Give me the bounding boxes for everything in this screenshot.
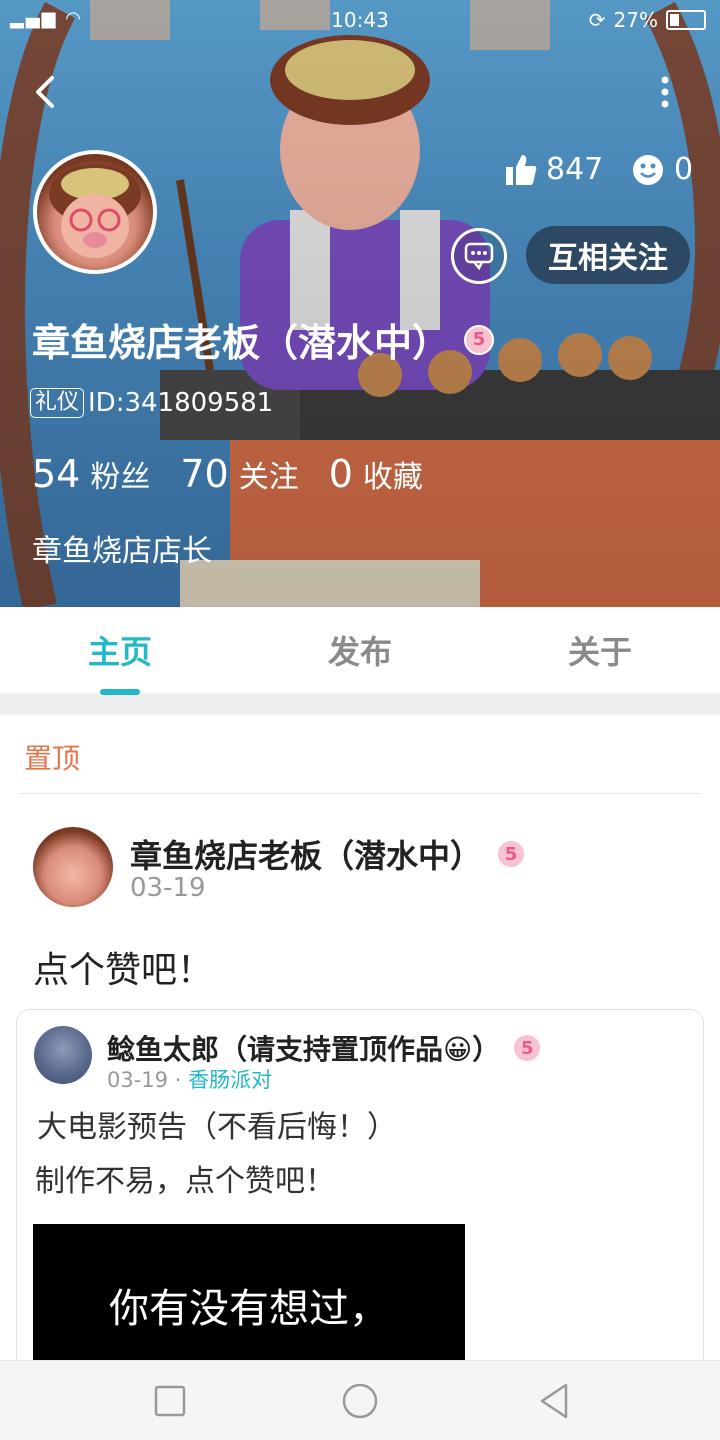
following-label[interactable]: 关注 [239, 452, 299, 496]
more-options-button[interactable] [650, 72, 680, 112]
post-date: 03-19 [130, 873, 206, 903]
favorites-count[interactable]: 0 [329, 452, 353, 496]
mutual-follow-button[interactable]: 互相关注 [526, 226, 690, 284]
repost-meta: 03-19 · 香肠派对 [107, 1064, 272, 1094]
more-vertical-icon [661, 76, 669, 108]
video-caption: 你有没有想过， [109, 1286, 389, 1332]
profile-tabs: 主页 发布 关于 [0, 607, 720, 695]
back-button[interactable] [26, 70, 66, 114]
profile-header: ▂▄▆ ◠ 10:43 ⟳ 27% 847 0 互相关注 章鱼烧店老板（潜水中）… [0, 0, 720, 607]
chat-bubble-icon [464, 242, 494, 270]
smiley-icon [633, 154, 663, 185]
favorites-label[interactable]: 收藏 [363, 452, 423, 496]
level-badge: 5 [496, 839, 527, 869]
post-author-name[interactable]: 章鱼烧店老板（潜水中） 5 [130, 831, 527, 877]
fans-count[interactable]: 54 [32, 452, 80, 496]
profile-avatar[interactable] [33, 150, 157, 274]
header-shade [0, 0, 720, 607]
tab-posts[interactable]: 发布 [240, 607, 480, 693]
repost-title: 大电影预告（不看后悔！） [37, 1110, 397, 1145]
system-nav-bar [0, 1360, 720, 1440]
message-button[interactable] [451, 228, 507, 284]
status-bar: ▂▄▆ ◠ 10:43 ⟳ 27% [0, 0, 720, 40]
repost-topic[interactable]: 香肠派对 [188, 1068, 272, 1092]
profile-username: 章鱼烧店老板（潜水中） 5 [32, 312, 495, 367]
avatar-character-image [49, 164, 141, 258]
profile-bio: 章鱼烧店店长 [32, 534, 212, 569]
recent-apps-button[interactable] [150, 1381, 190, 1421]
repost-body: 制作不易，点个赞吧！ [35, 1164, 335, 1199]
post-author-avatar[interactable] [33, 827, 113, 907]
reposted-card[interactable]: 鲶鱼太郎（请支持置顶作品😀） 5 03-19 · 香肠派对 大电影预告（不看后悔… [16, 1009, 704, 1365]
repost-author-text: 鲶鱼太郎（请支持置顶作品😀） [107, 1033, 501, 1066]
battery-level-fill [670, 14, 679, 26]
pinned-label: 置顶 [24, 742, 81, 775]
tab-about[interactable]: 关于 [480, 607, 720, 693]
triangle-back-icon [540, 1383, 568, 1419]
fans-label[interactable]: 粉丝 [90, 452, 150, 496]
id-row: 礼仪 ID:341809581 [30, 388, 273, 418]
battery-group: ⟳ 27% [589, 8, 706, 32]
post-text: 点个赞吧！ [33, 950, 214, 991]
level-badge: 5 [464, 324, 495, 355]
home-button[interactable] [340, 1381, 380, 1421]
square-icon [154, 1385, 186, 1417]
battery-icon [666, 10, 706, 30]
lock-rotation-icon: ⟳ [588, 8, 606, 32]
following-count[interactable]: 70 [180, 452, 228, 496]
profile-page: ▂▄▆ ◠ 10:43 ⟳ 27% 847 0 互相关注 章鱼烧店老板（潜水中）… [0, 0, 720, 1440]
repost-date: 03-19 [107, 1068, 169, 1092]
battery-percent: 27% [613, 8, 658, 32]
divider [20, 793, 700, 794]
etiquette-tag: 礼仪 [30, 388, 85, 418]
meta-separator: · [174, 1068, 182, 1092]
username-text: 章鱼烧店老板（潜水中） [32, 321, 451, 365]
circle-icon [342, 1383, 378, 1419]
thumbs-up-icon [506, 154, 537, 185]
likes-count: 847 [546, 152, 604, 187]
likes-counter[interactable]: 847 [504, 152, 603, 187]
repost-author-name[interactable]: 鲶鱼太郎（请支持置顶作品😀） 5 [107, 1028, 543, 1068]
home-feed: 置顶 章鱼烧店老板（潜水中） 5 03-19 点个赞吧！ 鲶鱼太郎（请支持置顶作… [0, 715, 720, 1365]
smiles-counter[interactable]: 0 [632, 152, 693, 187]
level-badge: 5 [512, 1033, 543, 1063]
user-id: ID:341809581 [88, 388, 274, 418]
profile-stats: 54 粉丝 70 关注 0 收藏 [32, 452, 453, 496]
tab-home[interactable]: 主页 [0, 607, 240, 695]
back-nav-button[interactable] [534, 1381, 574, 1421]
repost-author-avatar[interactable] [34, 1026, 92, 1084]
video-thumbnail[interactable]: 你有没有想过， [33, 1224, 465, 1365]
post-author-text: 章鱼烧店老板（潜水中） [130, 837, 483, 875]
smiles-count: 0 [674, 152, 694, 187]
chevron-left-icon [36, 76, 54, 108]
